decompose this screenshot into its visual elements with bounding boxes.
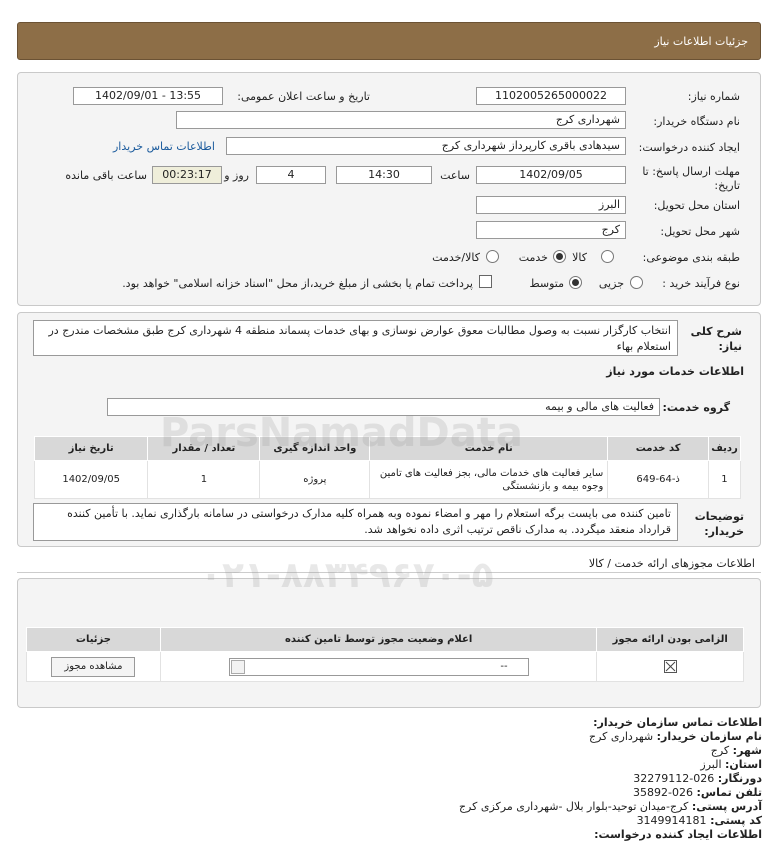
creator-info-title: اطلاعات ایجاد کننده درخواست:	[594, 828, 762, 841]
permit-details-cell: مشاهده مجوز	[26, 651, 161, 682]
permits-title-bar: اطلاعات مجوزهای ارائه خدمت / کالا	[17, 555, 761, 573]
dropdown-scroll-icon	[230, 659, 245, 674]
contact-postal: کد پستی: 3149914181	[636, 814, 762, 827]
col-permit-details: جزئیات	[26, 627, 161, 652]
permit-status-cell: --	[159, 651, 598, 682]
buyer-notes-label: توضیحات خریدار:	[694, 510, 744, 538]
province-field: البرز	[476, 196, 626, 214]
cell-code: ذ-64-649	[607, 460, 709, 499]
page-title: جزئیات اطلاعات نیاز	[654, 35, 748, 48]
contact-province: استان: البرز	[700, 758, 762, 771]
buyer-contact-link[interactable]: اطلاعات تماس خریدار	[113, 140, 215, 153]
announce-label: تاریخ و ساعت اعلان عمومی:	[237, 90, 370, 103]
permit-required-cell	[596, 651, 744, 682]
purchase-option-minor: جزیی	[598, 277, 624, 290]
service-group-field: فعالیت های مالی و بیمه	[107, 398, 660, 416]
deadline-time-field: 14:30	[336, 166, 432, 184]
services-table: ردیف کد خدمت نام خدمت واحد اندازه گیری ت…	[33, 436, 742, 499]
col-permit-required: الزامی بودن ارائه مجوز	[596, 627, 744, 652]
contact-org: نام سازمان خریدار: شهرداری کرج	[589, 730, 762, 743]
permits-section-title: اطلاعات مجوزهای ارائه خدمت / کالا	[588, 557, 755, 570]
buyer-org-field: شهرداری کرج	[176, 111, 626, 129]
cell-date: 1402/09/05	[33, 460, 149, 499]
category-radio-service[interactable]	[553, 250, 566, 263]
province-label: استان محل تحویل:	[653, 199, 740, 212]
category-option-goods: کالا	[572, 251, 587, 264]
col-row: ردیف	[707, 436, 742, 461]
col-date: تاریخ نیاز	[33, 436, 149, 461]
need-number-field: 1102005265000022	[476, 87, 626, 105]
city-label: شهر محل تحویل:	[660, 225, 740, 238]
cell-qty: 1	[147, 460, 261, 499]
contact-phone: تلفن تماس: 026-35892	[633, 786, 762, 799]
permit-required-checkbox	[663, 660, 677, 673]
table-row: 1 ذ-64-649 سایر فعالیت های خدمات مالی، ب…	[33, 460, 742, 499]
col-name: نام خدمت	[369, 436, 609, 461]
deadline-date-field: 1402/09/05	[476, 166, 626, 184]
creator-field: سیدهادی باقری کارپرداز شهرداری کرج	[226, 137, 626, 155]
permit-status-select[interactable]: --	[228, 657, 529, 676]
need-number-label: شماره نیاز:	[687, 90, 740, 103]
purchase-radio-minor[interactable]	[630, 276, 643, 289]
services-table-header: ردیف کد خدمت نام خدمت واحد اندازه گیری ت…	[33, 436, 742, 461]
announce-field: 1402/09/01 - 13:55	[73, 87, 223, 105]
remaining-label: ساعت باقی مانده	[65, 169, 147, 182]
description-text: انتخاب کارگزار نسبت به وصول مطالبات معوق…	[33, 320, 678, 356]
description-label: شرح کلی نیاز:	[690, 325, 742, 353]
buyer-org-label: نام دستگاه خریدار:	[653, 115, 740, 128]
cell-name: سایر فعالیت های خدمات مالی، بجز فعالیت ه…	[369, 460, 609, 499]
table-row: -- مشاهده مجوز	[26, 651, 744, 682]
cell-unit: پروژه	[259, 460, 371, 499]
contact-title: اطلاعات تماس سازمان خریدار:	[593, 716, 762, 729]
cell-row: 1	[707, 460, 742, 499]
remaining-time-field: 00:23:17	[152, 166, 222, 184]
view-permit-button[interactable]: مشاهده مجوز	[51, 656, 136, 677]
deadline-time-label: ساعت	[440, 169, 470, 182]
col-permit-status: اعلام وضعیت مجوز توسط تامین کننده	[159, 627, 598, 652]
category-option-service: خدمت	[518, 251, 548, 264]
deadline-label-2: تاریخ:	[714, 179, 740, 192]
category-label: طبقه بندی موضوعی:	[642, 251, 740, 264]
category-radio-goods-service[interactable]	[486, 250, 499, 263]
service-group-label: گروه خدمت:	[662, 401, 730, 414]
permits-table-header: الزامی بودن ارائه مجوز اعلام وضعیت مجوز …	[26, 627, 744, 652]
col-qty: تعداد / مقدار	[147, 436, 261, 461]
page-header: جزئیات اطلاعات نیاز	[17, 22, 761, 60]
buyer-notes-text: تامین کننده می بایست برگه استعلام را مهر…	[33, 503, 678, 541]
contact-address: آدرس پستی: کرج-میدان توحید-بلوار بلال -ش…	[458, 800, 762, 813]
permit-status-value: --	[500, 660, 508, 672]
purchase-type-label: نوع فرآیند خرید :	[662, 277, 740, 290]
col-unit: واحد اندازه گیری	[259, 436, 371, 461]
city-field: کرج	[476, 221, 626, 239]
treasury-checkbox[interactable]	[479, 275, 492, 288]
days-label: روز و	[224, 169, 249, 182]
permits-table: الزامی بودن ارائه مجوز اعلام وضعیت مجوز …	[26, 627, 744, 682]
purchase-option-medium: متوسط	[529, 277, 564, 290]
need-info-panel	[17, 72, 761, 306]
category-option-goods-service: کالا/خدمت	[432, 251, 480, 264]
contact-fax: دورنگار: 026-32279112	[633, 772, 762, 785]
contact-city: شهر: کرج	[710, 744, 762, 757]
creator-label: ایجاد کننده درخواست:	[638, 141, 740, 154]
days-field: 4	[256, 166, 326, 184]
col-code: کد خدمت	[607, 436, 709, 461]
treasury-text: پرداخت تمام یا بخشی از مبلغ خرید،از محل …	[122, 277, 473, 290]
category-radio-goods[interactable]	[601, 250, 614, 263]
services-section-title: اطلاعات خدمات مورد نیاز	[606, 365, 744, 378]
deadline-label: مهلت ارسال پاسخ: تا	[642, 165, 740, 178]
purchase-radio-medium[interactable]	[569, 276, 582, 289]
